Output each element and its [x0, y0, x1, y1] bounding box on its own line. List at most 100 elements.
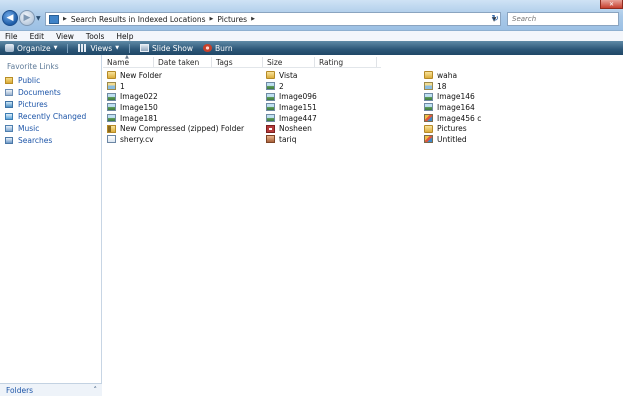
menu-edit[interactable]: Edit — [30, 32, 45, 41]
recently-changed-icon — [5, 112, 13, 120]
menu-help[interactable]: Help — [116, 32, 133, 41]
file-name: 1 — [120, 81, 125, 91]
address-bar: ◀ ▶ ▼ ▶ Search Results in Indexed Locati… — [0, 0, 623, 31]
image-file-icon — [107, 114, 116, 123]
documents-icon — [5, 88, 13, 96]
refresh-button[interactable]: ↻ — [488, 12, 502, 26]
file-name: Vista — [279, 70, 298, 80]
folder-icon — [424, 71, 433, 80]
file-item[interactable]: 18 — [424, 81, 481, 92]
burn-disc-icon — [202, 44, 212, 52]
column-header-name[interactable]: ▲ Name — [103, 54, 154, 67]
file-item[interactable]: tariq — [266, 134, 317, 145]
slideshow-button[interactable]: Slide Show — [140, 44, 193, 53]
folder-icon — [107, 71, 116, 80]
file-item[interactable]: Image164 — [424, 102, 481, 113]
image-file-icon — [266, 92, 275, 101]
column-header-rating[interactable]: Rating — [315, 57, 377, 67]
file-name: Image146 — [437, 92, 475, 102]
nav-link-recently-changed[interactable]: Recently Changed — [5, 110, 86, 122]
sort-ascending-icon: ▲ — [125, 54, 129, 60]
file-column-1: New Folder 1 Image022 Image150 Image181 … — [107, 70, 244, 145]
file-name: 2 — [279, 81, 284, 91]
file-item[interactable]: 1 — [107, 81, 244, 92]
column-header-date-taken[interactable]: Date taken — [154, 57, 212, 67]
column-header-label: Tags — [216, 57, 233, 67]
file-column-3: waha 18 Image146 Image164 Image456 c Pic… — [424, 70, 481, 145]
window-close-button[interactable]: ✕ — [600, 0, 623, 9]
folder-icon — [424, 124, 433, 133]
file-item[interactable]: New Folder — [107, 70, 244, 81]
arrow-left-icon: ◀ — [6, 13, 14, 23]
burn-button[interactable]: Burn — [202, 44, 233, 53]
file-item[interactable]: Image151 — [266, 102, 317, 113]
folders-label: Folders — [6, 385, 34, 395]
nav-link-music[interactable]: Music — [5, 122, 86, 134]
chevron-down-icon: ▼ — [115, 45, 120, 51]
image-folder-icon — [107, 82, 116, 91]
back-button[interactable]: ◀ — [2, 10, 18, 26]
column-header-tags[interactable]: Tags — [212, 57, 263, 67]
chevron-right-icon[interactable]: ▶ — [251, 16, 255, 22]
menu-file[interactable]: File — [5, 32, 18, 41]
file-name: New Compressed (zipped) Folder — [120, 124, 245, 134]
chevron-right-icon[interactable]: ▶ — [63, 16, 67, 22]
file-item[interactable]: Pictures — [424, 123, 481, 134]
file-item[interactable]: Image181 — [107, 113, 244, 124]
close-icon: ✕ — [608, 0, 615, 8]
breadcrumb-pictures[interactable]: Pictures — [217, 15, 247, 24]
column-header-size[interactable]: Size — [263, 57, 315, 67]
file-name: Image096 — [279, 92, 317, 102]
nav-link-pictures[interactable]: Pictures — [5, 98, 86, 110]
file-name: Image456 c — [437, 113, 482, 123]
views-button[interactable]: Views ▼ — [78, 44, 119, 53]
file-name: Image150 — [120, 102, 158, 112]
nav-link-label: Documents — [18, 87, 61, 97]
views-label: Views — [90, 43, 113, 53]
breadcrumb-search-results[interactable]: Search Results in Indexed Locations — [71, 15, 206, 24]
file-item[interactable]: Image146 — [424, 91, 481, 102]
file-item[interactable]: Image022 — [107, 91, 244, 102]
file-item[interactable]: Image447 — [266, 113, 317, 124]
image-folder-icon — [424, 82, 433, 91]
file-item[interactable]: Untitled — [424, 134, 481, 145]
file-item[interactable]: waha — [424, 70, 481, 81]
search-box[interactable] — [507, 12, 619, 26]
organize-button[interactable]: Organize ▼ — [5, 44, 57, 53]
file-item[interactable]: Image150 — [107, 102, 244, 113]
toolbar-divider — [67, 43, 69, 53]
file-item[interactable]: Image096 — [266, 91, 317, 102]
file-name: Image447 — [279, 113, 317, 123]
nav-link-label: Music — [18, 123, 40, 133]
searches-icon — [5, 136, 13, 144]
chevron-right-icon[interactable]: ▶ — [210, 16, 214, 22]
forward-button[interactable]: ▶ — [19, 10, 35, 26]
file-name: Image022 — [120, 92, 158, 102]
nav-link-public[interactable]: Public — [5, 74, 86, 86]
file-item[interactable]: Vista — [266, 70, 317, 81]
folders-toggle[interactable]: Folders ˄ — [0, 383, 102, 396]
nav-link-documents[interactable]: Documents — [5, 86, 86, 98]
file-item[interactable]: New Compressed (zipped) Folder — [107, 123, 244, 134]
file-name: Image164 — [437, 102, 475, 112]
breadcrumb[interactable]: ▶ Search Results in Indexed Locations ▶ … — [45, 12, 501, 26]
organize-label: Organize — [17, 43, 51, 53]
file-item[interactable]: sherry.cv — [107, 134, 244, 145]
file-name: Image181 — [120, 113, 158, 123]
file-column-2: Vista 2 Image096 Image151 Image447 Noshe… — [266, 70, 317, 145]
search-input[interactable] — [512, 15, 612, 23]
file-item[interactable]: Image456 c — [424, 113, 481, 124]
file-item[interactable]: 2 — [266, 81, 317, 92]
nav-link-label: Public — [18, 75, 41, 85]
file-item[interactable]: Nosheen — [266, 123, 317, 134]
menu-view[interactable]: View — [56, 32, 74, 41]
menu-tools[interactable]: Tools — [86, 32, 104, 41]
recent-pages-dropdown[interactable]: ▼ — [36, 15, 41, 22]
nav-link-label: Searches — [18, 135, 53, 145]
nav-link-searches[interactable]: Searches — [5, 134, 86, 146]
file-name: tariq — [279, 134, 297, 144]
arrow-right-icon: ▶ — [23, 13, 31, 23]
file-name: Image151 — [279, 102, 317, 112]
image-file-icon — [266, 103, 275, 112]
image-file-icon — [424, 103, 433, 112]
